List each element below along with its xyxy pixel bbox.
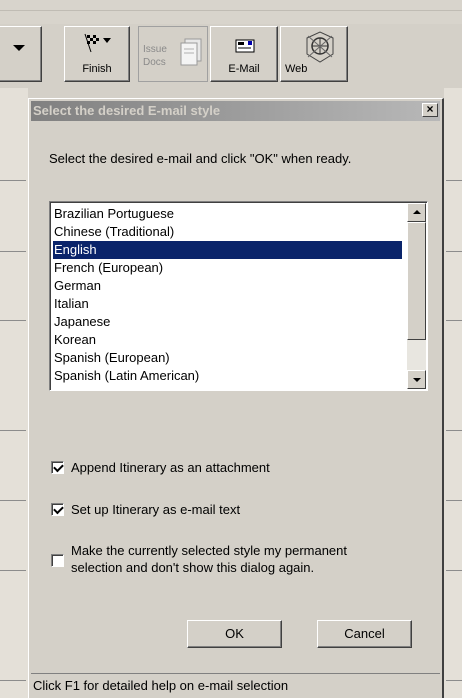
cancel-button[interactable]: Cancel bbox=[317, 620, 412, 648]
finish-label: Finish bbox=[82, 63, 112, 75]
web-label: Web bbox=[285, 63, 308, 75]
issue-docs-label: Issue Docs bbox=[143, 44, 167, 68]
dropdown-button[interactable] bbox=[0, 26, 42, 82]
checkmark-icon bbox=[53, 503, 64, 515]
web-globe-icon bbox=[306, 31, 334, 63]
app-header-strip bbox=[0, 0, 462, 27]
status-text: Click F1 for detailed help on e-mail sel… bbox=[33, 678, 289, 693]
scroll-thumb[interactable] bbox=[407, 222, 426, 340]
right-background-panel bbox=[444, 88, 462, 698]
checkered-flag-icon bbox=[84, 33, 111, 53]
setup-itinerary-label: Set up Itinerary as e-mail text bbox=[71, 502, 241, 517]
make-permanent-label-line2: selection and don't show this dialog aga… bbox=[71, 560, 315, 575]
issue-docs-button[interactable]: Issue Docs bbox=[138, 26, 208, 82]
chevron-down-icon bbox=[13, 45, 25, 51]
language-listbox[interactable]: Brazilian Portuguese Chinese (Traditional… bbox=[49, 201, 428, 391]
email-button[interactable]: E-Mail bbox=[210, 26, 278, 82]
list-item[interactable]: German bbox=[53, 277, 402, 295]
left-background-panel bbox=[0, 88, 28, 698]
instructions-text: Select the desired e-mail and click "OK"… bbox=[49, 151, 352, 166]
web-button[interactable]: Web bbox=[280, 26, 348, 82]
append-itinerary-label: Append Itinerary as an attachment bbox=[71, 460, 270, 475]
toolbar: Finish Issue Docs E-Mail Web bbox=[0, 24, 462, 86]
scroll-down-button[interactable] bbox=[407, 370, 426, 389]
listbox-scrollbar[interactable] bbox=[407, 203, 426, 389]
dialog-titlebar[interactable]: Select the desired E-mail style × bbox=[31, 101, 440, 121]
list-item[interactable]: Brazilian Portuguese bbox=[53, 205, 402, 223]
list-item[interactable]: Japanese bbox=[53, 313, 402, 331]
scroll-up-button[interactable] bbox=[407, 203, 426, 222]
make-permanent-checkbox[interactable] bbox=[51, 554, 64, 567]
list-item[interactable]: English bbox=[53, 241, 402, 259]
list-item[interactable]: Korean bbox=[53, 331, 402, 349]
language-list: Brazilian Portuguese Chinese (Traditional… bbox=[53, 205, 402, 385]
list-item[interactable]: Spanish (Latin American) bbox=[53, 367, 402, 385]
list-item[interactable]: Spanish (European) bbox=[53, 349, 402, 367]
close-button[interactable]: × bbox=[422, 103, 438, 117]
make-permanent-label-line1: Make the currently selected style my per… bbox=[71, 543, 348, 558]
email-label: E-Mail bbox=[228, 63, 260, 75]
dialog-title: Select the desired E-mail style bbox=[33, 103, 221, 118]
email-style-dialog: Select the desired E-mail style × Select… bbox=[28, 98, 444, 698]
list-item[interactable]: Italian bbox=[53, 295, 402, 313]
list-item[interactable]: Chinese (Traditional) bbox=[53, 223, 402, 241]
checkmark-icon bbox=[53, 461, 64, 473]
arrow-down-icon bbox=[413, 378, 421, 382]
finish-button[interactable]: Finish bbox=[64, 26, 130, 82]
status-bar: Click F1 for detailed help on e-mail sel… bbox=[31, 673, 440, 697]
envelope-icon bbox=[235, 39, 255, 53]
close-icon: × bbox=[426, 102, 434, 116]
list-item[interactable]: French (European) bbox=[53, 259, 402, 277]
documents-icon bbox=[180, 38, 202, 66]
setup-itinerary-checkbox[interactable] bbox=[51, 503, 64, 516]
ok-button[interactable]: OK bbox=[187, 620, 282, 648]
arrow-up-icon bbox=[413, 210, 421, 214]
append-itinerary-checkbox[interactable] bbox=[51, 461, 64, 474]
